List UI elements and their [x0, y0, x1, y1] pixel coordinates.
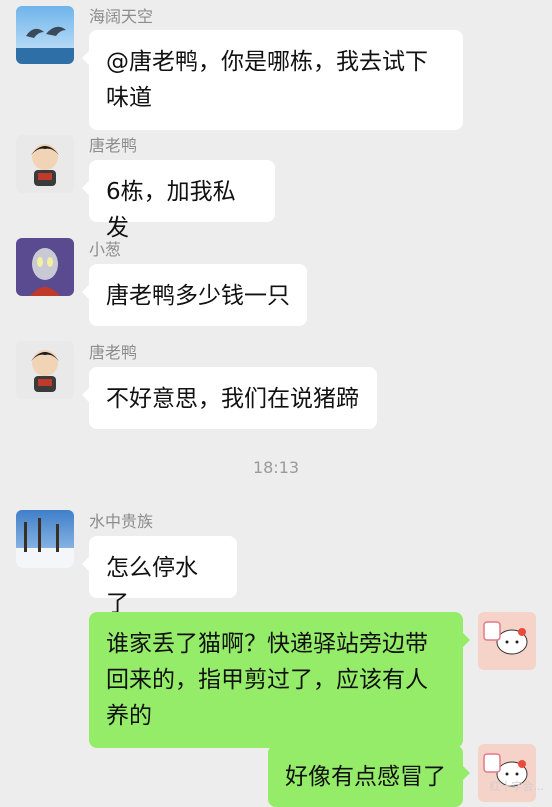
- hello-kitty-avatar[interactable]: [478, 612, 536, 670]
- message-bubble[interactable]: 好像有点感冒了: [268, 745, 470, 807]
- boy-figure-avatar[interactable]: [16, 135, 74, 193]
- message-bubble[interactable]: 6栋，加我私发: [82, 160, 275, 241]
- message-bubble[interactable]: 谁家丢了猫啊？快递驿站旁边带回来的，指甲剪过了，应该有人养的: [89, 612, 470, 748]
- boy-figure-avatar[interactable]: [16, 341, 74, 399]
- message-timestamp: 18:13: [252, 458, 300, 477]
- sender-name: 唐老鸭: [89, 136, 138, 155]
- message-bubble[interactable]: 不好意思，我们在说猪蹄: [82, 367, 377, 429]
- sender-name: 海阔天空: [89, 7, 154, 26]
- message-bubble[interactable]: 怎么停水了: [82, 536, 237, 617]
- snow-forest-avatar[interactable]: [16, 510, 74, 568]
- message-bubble[interactable]: 唐老鸭多少钱一只: [82, 264, 307, 326]
- ultraman-avatar[interactable]: [16, 238, 74, 296]
- sender-name: 小葱: [89, 240, 122, 259]
- sender-name: 水中贵族: [89, 512, 154, 531]
- dolphin-avatar[interactable]: [16, 6, 74, 64]
- sender-name: 唐老鸭: [89, 343, 138, 362]
- watermark-text: 红十字会...: [489, 780, 545, 793]
- message-bubble[interactable]: @唐老鸭，你是哪栋，我去试下味道: [82, 30, 463, 130]
